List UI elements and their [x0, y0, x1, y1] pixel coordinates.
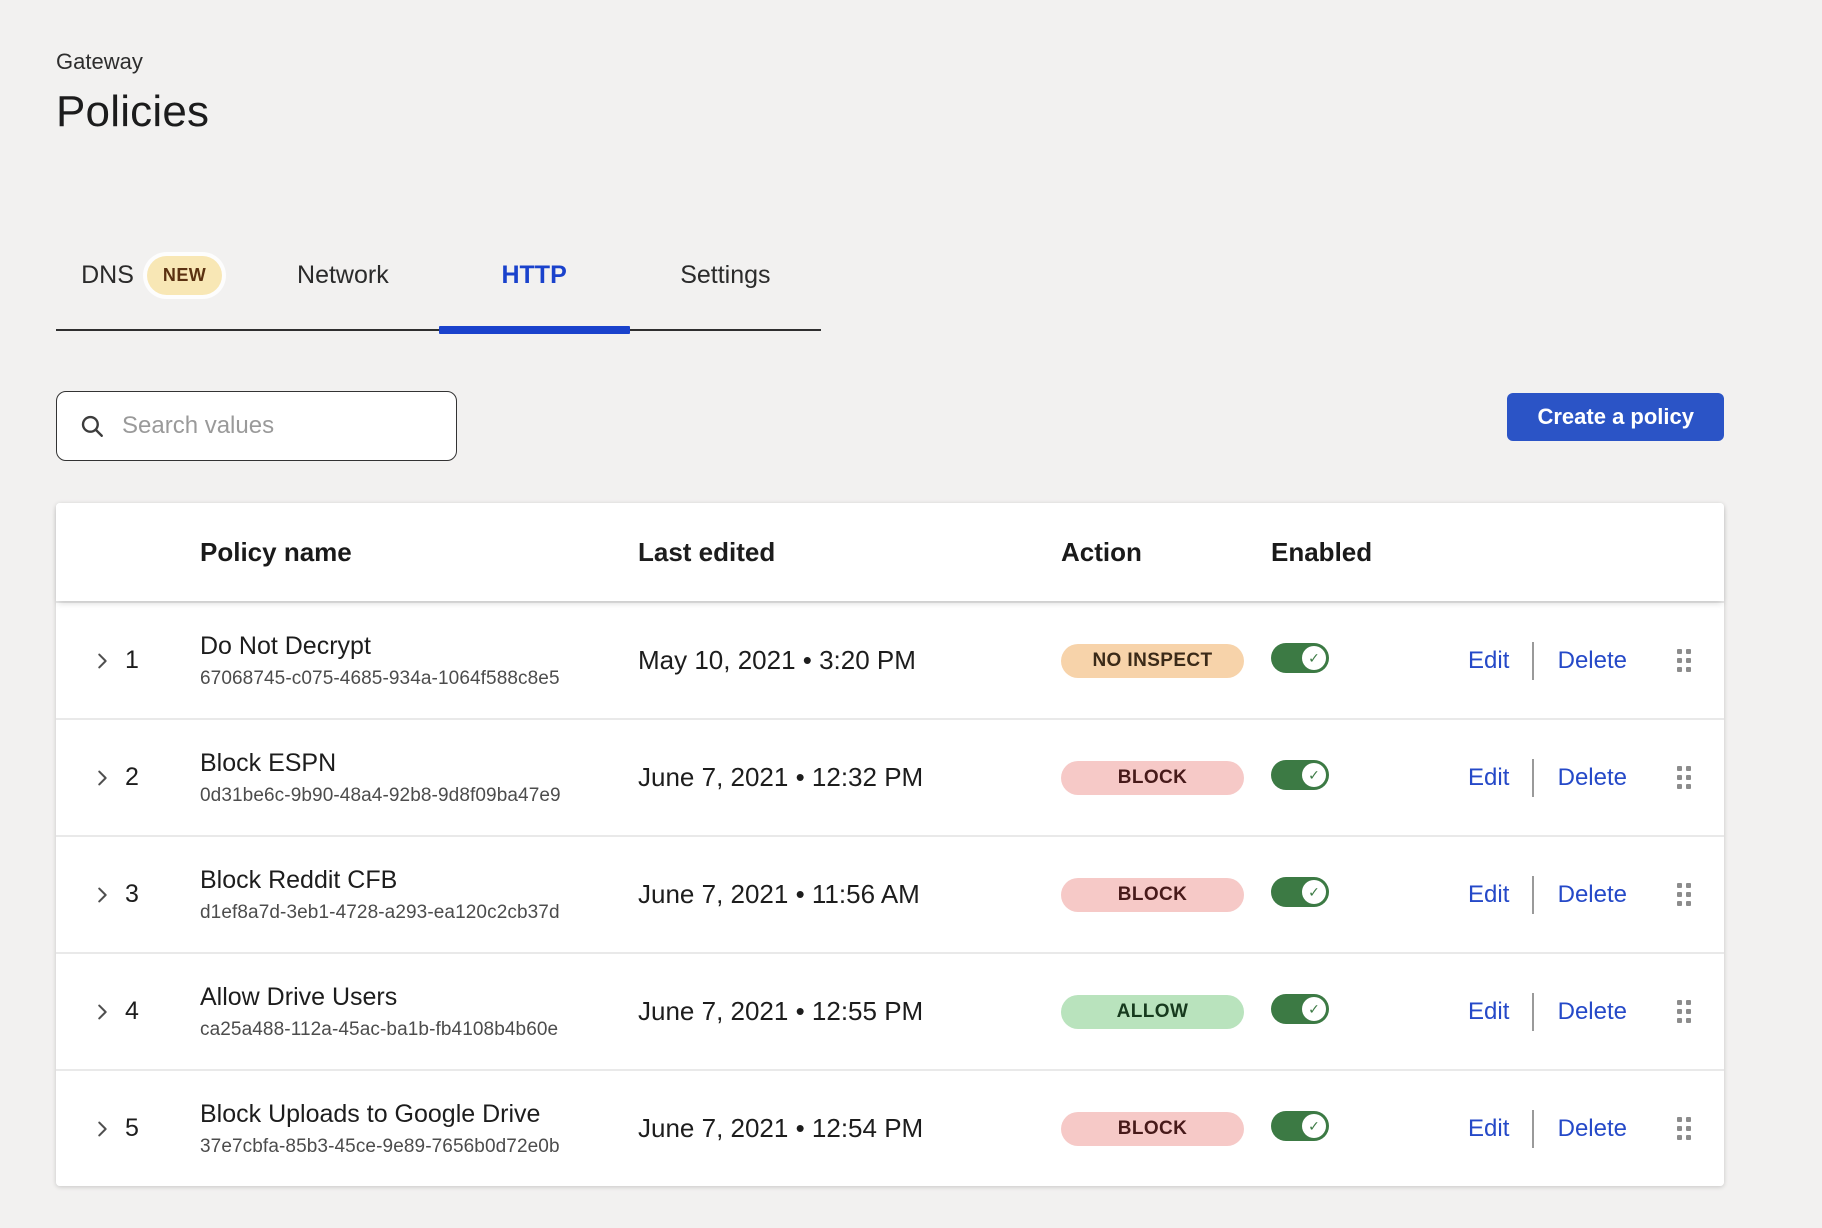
chevron-right-icon [91, 1001, 113, 1023]
policy-uuid: 0d31be6c-9b90-48a4-92b8-9d8f09ba47e9 [200, 785, 638, 807]
edit-link[interactable]: Edit [1468, 1115, 1509, 1143]
delete-link[interactable]: Delete [1558, 764, 1627, 792]
toggle-check-icon: ✓ [1302, 763, 1326, 787]
policy-name: Block Uploads to Google Drive [200, 1100, 638, 1129]
delete-link[interactable]: Delete [1558, 1115, 1627, 1143]
row-number: 2 [125, 763, 200, 792]
drag-handle-icon[interactable] [1677, 649, 1695, 672]
row-number: 5 [125, 1114, 200, 1143]
link-divider [1532, 1110, 1534, 1148]
page-title: Policies [56, 86, 1724, 138]
policy-uuid: 37e7cbfa-85b3-45ce-9e89-7656b0d72e0b [200, 1136, 638, 1158]
enabled-toggle[interactable]: ✓ [1271, 994, 1329, 1024]
row-number: 1 [125, 646, 200, 675]
action-badge: ALLOW [1061, 995, 1244, 1029]
header-policy-name: Policy name [200, 537, 638, 568]
action-badge: BLOCK [1061, 878, 1244, 912]
tab-dns[interactable]: DNS NEW [56, 222, 247, 329]
drag-handle-icon[interactable] [1677, 766, 1695, 789]
link-divider [1532, 993, 1534, 1031]
action-badge: BLOCK [1061, 1112, 1244, 1146]
search-box[interactable] [56, 391, 457, 461]
policies-table: Policy name Last edited Action Enabled 1… [56, 503, 1724, 1186]
policy-uuid: ca25a488-112a-45ac-ba1b-fb4108b4b60e [200, 1019, 638, 1041]
header-last-edited: Last edited [638, 537, 1061, 568]
enabled-toggle[interactable]: ✓ [1271, 877, 1329, 907]
delete-link[interactable]: Delete [1558, 881, 1627, 909]
enabled-toggle[interactable]: ✓ [1271, 760, 1329, 790]
action-badge: NO INSPECT [1061, 644, 1244, 678]
search-input[interactable] [122, 412, 442, 440]
table-row: 1 Do Not Decrypt 67068745-c075-4685-934a… [56, 601, 1724, 718]
last-edited: June 7, 2021 • 12:54 PM [638, 1113, 1061, 1144]
policy-name: Allow Drive Users [200, 983, 638, 1012]
chevron-right-icon [91, 884, 113, 906]
table-header-row: Policy name Last edited Action Enabled [56, 503, 1724, 601]
tab-network-label: Network [297, 261, 389, 290]
toggle-check-icon: ✓ [1302, 1114, 1326, 1138]
expand-row-button[interactable] [91, 650, 113, 672]
tab-settings-label: Settings [680, 261, 770, 290]
drag-handle-icon[interactable] [1677, 1117, 1695, 1140]
tab-network[interactable]: Network [247, 222, 438, 329]
expand-row-button[interactable] [91, 1118, 113, 1140]
link-divider [1532, 642, 1534, 680]
chevron-right-icon [91, 650, 113, 672]
delete-link[interactable]: Delete [1558, 647, 1627, 675]
toggle-check-icon: ✓ [1302, 880, 1326, 904]
toggle-check-icon: ✓ [1302, 997, 1326, 1021]
link-divider [1532, 876, 1534, 914]
table-row: 3 Block Reddit CFB d1ef8a7d-3eb1-4728-a2… [56, 835, 1724, 952]
drag-handle-icon[interactable] [1677, 1000, 1695, 1023]
table-row: 5 Block Uploads to Google Drive 37e7cbfa… [56, 1069, 1724, 1186]
header-action: Action [1061, 537, 1271, 568]
policy-name: Block Reddit CFB [200, 866, 638, 895]
search-icon [79, 413, 105, 439]
row-number: 4 [125, 997, 200, 1026]
drag-handle-icon[interactable] [1677, 883, 1695, 906]
link-divider [1532, 759, 1534, 797]
expand-row-button[interactable] [91, 1001, 113, 1023]
policy-name: Block ESPN [200, 749, 638, 778]
chevron-right-icon [91, 1118, 113, 1140]
breadcrumb: Gateway [56, 48, 1724, 76]
last-edited: June 7, 2021 • 12:55 PM [638, 996, 1061, 1027]
policy-uuid: 67068745-c075-4685-934a-1064f588c8e5 [200, 668, 638, 690]
action-badge: BLOCK [1061, 761, 1244, 795]
tab-settings[interactable]: Settings [630, 222, 821, 329]
delete-link[interactable]: Delete [1558, 998, 1627, 1026]
tab-http[interactable]: HTTP [439, 222, 630, 329]
last-edited: June 7, 2021 • 12:32 PM [638, 762, 1061, 793]
edit-link[interactable]: Edit [1468, 881, 1509, 909]
tab-dns-label: DNS [81, 261, 134, 290]
toggle-check-icon: ✓ [1302, 646, 1326, 670]
policy-uuid: d1ef8a7d-3eb1-4728-a293-ea120c2cb37d [200, 902, 638, 924]
table-row: 4 Allow Drive Users ca25a488-112a-45ac-b… [56, 952, 1724, 1069]
table-body: 1 Do Not Decrypt 67068745-c075-4685-934a… [56, 601, 1724, 1186]
toolbar: Create a policy [56, 391, 1724, 461]
create-policy-button[interactable]: Create a policy [1507, 393, 1724, 441]
chevron-right-icon [91, 767, 113, 789]
edit-link[interactable]: Edit [1468, 764, 1509, 792]
enabled-toggle[interactable]: ✓ [1271, 643, 1329, 673]
gateway-policies-page: Gateway Policies DNS NEW Network HTTP Se… [56, 0, 1724, 1186]
expand-row-button[interactable] [91, 767, 113, 789]
edit-link[interactable]: Edit [1468, 998, 1509, 1026]
table-row: 2 Block ESPN 0d31be6c-9b90-48a4-92b8-9d8… [56, 718, 1724, 835]
enabled-toggle[interactable]: ✓ [1271, 1111, 1329, 1141]
row-number: 3 [125, 880, 200, 909]
policy-name: Do Not Decrypt [200, 632, 638, 661]
header-enabled: Enabled [1271, 537, 1468, 568]
last-edited: June 7, 2021 • 11:56 AM [638, 879, 1061, 910]
tab-bar: DNS NEW Network HTTP Settings [56, 222, 821, 331]
new-badge: NEW [147, 256, 222, 295]
edit-link[interactable]: Edit [1468, 647, 1509, 675]
tab-http-label: HTTP [501, 261, 566, 290]
last-edited: May 10, 2021 • 3:20 PM [638, 645, 1061, 676]
expand-row-button[interactable] [91, 884, 113, 906]
